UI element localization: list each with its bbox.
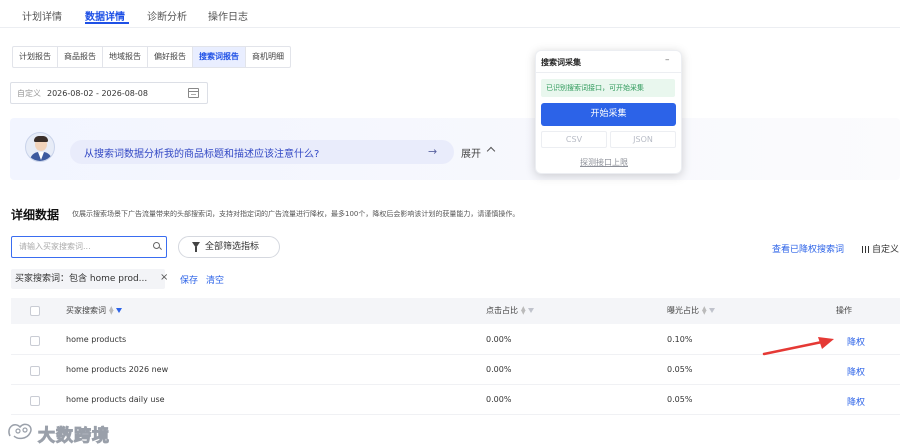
filter-icon[interactable] — [708, 308, 715, 313]
ai-question-text: 从搜索词数据分析我的商品标题和描述应该注意什么? — [84, 148, 320, 160]
columns-icon — [862, 246, 869, 253]
reduce-weight-button[interactable]: 降权 — [847, 395, 865, 408]
row-exposure-share: 0.05% — [667, 395, 693, 404]
tab-diagnosis[interactable]: 诊断分析 — [147, 8, 187, 23]
column-action: 操作 — [836, 306, 852, 315]
view-reduced-terms-link[interactable]: 查看已降权搜索词 — [772, 242, 844, 255]
row-divider — [11, 384, 900, 385]
row-keyword: home products 2026 new — [66, 365, 169, 374]
row-checkbox[interactable] — [30, 366, 40, 376]
row-keyword: home products — [66, 335, 127, 344]
collect-panel-divider — [536, 72, 681, 73]
tabs-divider — [0, 27, 900, 28]
ai-question-pill[interactable]: 从搜索词数据分析我的商品标题和描述应该注意什么? — [70, 140, 454, 164]
report-tab-product[interactable]: 商品报告 — [58, 47, 103, 67]
row-divider — [11, 414, 900, 415]
column-keyword[interactable]: 买家搜索词 ▲ ▼ — [66, 305, 122, 316]
row-checkbox[interactable] — [30, 396, 40, 406]
active-tab-underline — [85, 22, 129, 24]
report-tab-region[interactable]: 地域报告 — [103, 47, 148, 67]
reduce-weight-button[interactable]: 降权 — [847, 365, 865, 378]
custom-columns-label: 自定义 — [872, 245, 900, 255]
row-checkbox[interactable] — [30, 336, 40, 346]
search-icon[interactable] — [153, 242, 160, 249]
sort-icon[interactable]: ▲ ▼ — [109, 306, 114, 316]
calendar-icon[interactable] — [188, 88, 199, 98]
column-click-share-label: 点击占比 — [486, 306, 518, 315]
arrow-right-icon[interactable]: → — [428, 145, 437, 158]
section-title: 详细数据 — [11, 208, 60, 222]
report-tab-search-terms[interactable]: 搜索词报告 — [193, 47, 246, 67]
export-csv-button[interactable]: CSV — [541, 131, 607, 148]
tab-operation-log[interactable]: 操作日志 — [208, 8, 248, 23]
custom-columns-button[interactable]: 自定义 — [862, 242, 899, 255]
probe-limit-link[interactable]: 探测接口上限 — [580, 157, 628, 168]
row-exposure-share: 0.10% — [667, 335, 693, 344]
row-click-share: 0.00% — [486, 395, 512, 404]
annotation-arrow-icon — [762, 337, 834, 356]
filter-icon[interactable] — [527, 308, 534, 313]
export-json-button[interactable]: JSON — [610, 131, 676, 148]
row-click-share: 0.00% — [486, 365, 512, 374]
filter-chip: 买家搜索词：包含 home prod... — [11, 269, 166, 289]
select-all-checkbox[interactable] — [30, 306, 40, 316]
date-range-prefix: 自定义 — [17, 88, 41, 98]
column-exposure-share-label: 曝光占比 — [667, 306, 699, 315]
column-keyword-label: 买家搜索词 — [66, 306, 106, 315]
save-filter-link[interactable]: 保存 — [180, 273, 198, 286]
row-click-share: 0.00% — [486, 335, 512, 344]
filter-icon — [192, 242, 200, 252]
report-tab-opportunity[interactable]: 商机明细 — [246, 47, 290, 67]
row-keyword: home products daily use — [66, 395, 165, 404]
tab-data-details[interactable]: 数据详情 — [85, 8, 125, 23]
close-icon[interactable]: × — [160, 272, 168, 283]
date-range-value: 2026-08-02 - 2026-08-08 — [47, 88, 148, 98]
tab-plan-details[interactable]: 计划详情 — [22, 8, 62, 23]
row-exposure-share: 0.05% — [667, 365, 693, 374]
assistant-avatar — [25, 132, 55, 162]
section-description: 仅展示搜索场景下广告流量带来的头部搜索词，支持对指定词的广告流量进行降权，最多1… — [72, 210, 520, 218]
sort-icon[interactable]: ▲ ▼ — [702, 306, 707, 316]
clear-filter-link[interactable]: 清空 — [206, 273, 224, 286]
report-tabs: 计划报告 商品报告 地域报告 偏好报告 搜索词报告 商机明细 — [12, 46, 291, 68]
minimize-icon[interactable]: – — [665, 55, 670, 65]
search-input[interactable]: 请输入买家搜索词... — [11, 236, 167, 258]
collect-panel-title: 搜索词采集 — [541, 58, 581, 67]
sort-icon[interactable]: ▲ ▼ — [521, 306, 526, 316]
date-range-picker[interactable]: 自定义 2026-08-02 - 2026-08-08 — [10, 82, 208, 104]
report-tab-preference[interactable]: 偏好报告 — [148, 47, 193, 67]
watermark-text: 大数跨境 — [38, 426, 110, 447]
column-exposure-share[interactable]: 曝光占比 ▲ ▼ — [667, 305, 715, 316]
collect-status-message: 已识别搜索词接口，可开始采集 — [541, 79, 675, 97]
report-tab-plan[interactable]: 计划报告 — [13, 47, 58, 67]
expand-button[interactable]: 展开 — [461, 145, 481, 160]
table-header — [11, 298, 900, 324]
column-click-share[interactable]: 点击占比 ▲ ▼ — [486, 305, 534, 316]
reduce-weight-button[interactable]: 降权 — [847, 335, 865, 348]
start-collect-button[interactable]: 开始采集 — [541, 103, 676, 126]
filter-icon[interactable] — [115, 308, 122, 313]
